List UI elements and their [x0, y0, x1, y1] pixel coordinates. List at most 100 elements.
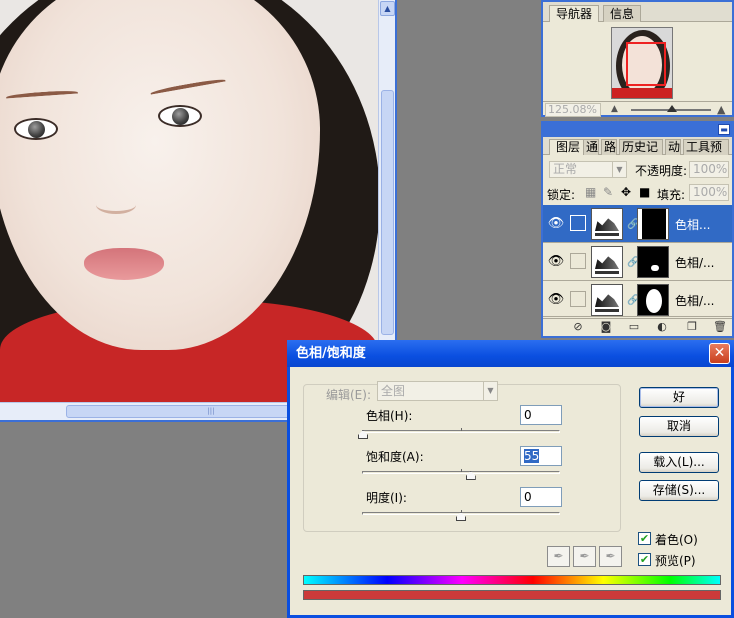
lock-move-icon[interactable]: ✥: [621, 185, 631, 199]
right-eye: [158, 105, 202, 127]
layer-row[interactable]: 👁 🔗 色相...: [543, 205, 732, 243]
layer-row[interactable]: 👁 🔗 色相/...: [543, 243, 732, 281]
fill-label: 填充:: [657, 188, 686, 202]
lock-transparency-icon[interactable]: ▦: [585, 185, 596, 199]
preview-label: 预览(P): [655, 554, 696, 568]
layer-mask-thumbnail[interactable]: [637, 284, 669, 316]
tab-tool-presets[interactable]: 工具预设: [683, 139, 729, 155]
lock-fill-row: 锁定: ▦ ✎ ✥ ■ 填充: 100%: [543, 184, 732, 204]
load-button[interactable]: 载入(L)...: [639, 452, 719, 473]
navigator-view-box[interactable]: [626, 42, 666, 86]
blend-opacity-row: 正常 ▼ 不透明度: 100%: [543, 161, 732, 181]
colorize-label: 着色(O): [655, 533, 698, 547]
scroll-up-arrow-icon[interactable]: ▲: [380, 1, 395, 16]
adjustment-layer-thumbnail: [591, 246, 623, 278]
eye-icon[interactable]: 👁: [545, 289, 567, 311]
opacity-label: 不透明度:: [635, 164, 688, 178]
saturation-label: 饱和度(A):: [366, 450, 424, 464]
eye-icon[interactable]: 👁: [545, 251, 567, 273]
lightness-input[interactable]: 0: [520, 487, 562, 507]
hue-saturation-dialog: 色相/饱和度 ✕ 编辑(E): 全图 ▼ 色相(H): 0 饱和度(A): 55 …: [287, 340, 734, 618]
navigator-panel: 导航器 信息 125.08% ▲ ▲: [541, 0, 734, 117]
lock-label: 锁定:: [547, 188, 576, 202]
layer-name: 色相...: [675, 218, 711, 232]
layer-mask-thumbnail[interactable]: [637, 208, 669, 240]
hue-slider[interactable]: [358, 428, 560, 439]
navigator-thumbnail[interactable]: [611, 27, 673, 99]
layer-name: 色相/...: [675, 294, 715, 308]
output-color-bar: [303, 590, 721, 600]
zoom-field[interactable]: 125.08%: [545, 103, 601, 117]
navigator-tabbar: 导航器 信息: [543, 2, 732, 22]
tab-layers[interactable]: 图层: [549, 139, 588, 155]
tab-channels[interactable]: 通道: [583, 139, 599, 155]
nose-shape: [96, 196, 136, 214]
eyedropper-icon[interactable]: ✒: [547, 546, 570, 567]
lips-shape: [84, 248, 164, 280]
blend-mode-select[interactable]: 正常 ▼: [549, 161, 627, 178]
save-button[interactable]: 存储(S)...: [639, 480, 719, 501]
delete-layer-icon[interactable]: 🗑: [713, 320, 727, 333]
hue-label: 色相(H):: [366, 409, 413, 423]
lock-brush-icon[interactable]: ✎: [603, 185, 613, 199]
tab-paths[interactable]: 路径: [601, 139, 617, 155]
zoom-in-icon[interactable]: ▲: [717, 103, 725, 116]
tab-history[interactable]: 历史记录: [619, 139, 663, 155]
layer-link-cell[interactable]: [570, 291, 586, 307]
zoom-out-icon[interactable]: ▲: [611, 104, 618, 114]
chevron-down-icon: ▼: [483, 382, 497, 400]
link-layers-icon[interactable]: ⊘: [571, 320, 585, 333]
vertical-scroll-thumb[interactable]: [381, 90, 394, 335]
adjustment-group: 编辑(E): 全图 ▼ 色相(H): 0 饱和度(A): 55 明度(I): 0: [303, 381, 621, 532]
saturation-slider[interactable]: [362, 469, 560, 480]
close-icon[interactable]: ✕: [709, 343, 730, 364]
add-mask-icon[interactable]: ◙: [599, 320, 613, 333]
layer-name: 色相/...: [675, 256, 715, 270]
dialog-title: 色相/饱和度: [296, 346, 366, 361]
thumbnail-clothing: [612, 88, 672, 98]
tab-info[interactable]: 信息: [603, 5, 642, 22]
layers-panel: ▬ 图层 通道 路径 历史记录 动作 工具预设 正常 ▼ 不透明度: 100% 锁…: [541, 121, 734, 338]
tab-actions[interactable]: 动作: [665, 139, 681, 155]
zoom-slider-knob[interactable]: [667, 105, 677, 112]
preview-checkbox[interactable]: ✔: [638, 553, 651, 566]
opacity-field[interactable]: 100%: [689, 161, 729, 178]
eye-icon[interactable]: 👁: [545, 213, 567, 235]
lightness-label: 明度(I):: [366, 491, 407, 505]
adjustment-layer-thumbnail: [591, 208, 623, 240]
ok-button[interactable]: 好: [639, 387, 719, 408]
adjustment-layer-thumbnail: [591, 284, 623, 316]
input-color-spectrum: [303, 575, 721, 585]
layer-link-cell[interactable]: [570, 253, 586, 269]
layers-tabbar: 图层 通道 路径 历史记录 动作 工具预设: [543, 137, 732, 155]
cancel-button[interactable]: 取消: [639, 416, 719, 437]
panel-minimize-icon[interactable]: ▬: [718, 124, 730, 135]
tab-navigator[interactable]: 导航器: [549, 5, 600, 22]
new-adjustment-layer-icon[interactable]: ◐: [655, 320, 669, 333]
edit-label: 编辑(E):: [326, 388, 371, 402]
hue-input[interactable]: 0: [520, 405, 562, 425]
layers-panel-titlebar[interactable]: ▬: [543, 123, 732, 137]
layer-mask-link-icon[interactable]: [570, 215, 586, 231]
edit-select[interactable]: 全图 ▼: [377, 381, 498, 401]
lock-all-icon[interactable]: ■: [639, 185, 650, 199]
zoom-slider[interactable]: [631, 105, 711, 112]
saturation-input[interactable]: 55: [520, 446, 562, 466]
dialog-titlebar[interactable]: 色相/饱和度 ✕: [287, 340, 734, 367]
left-eye: [14, 118, 58, 140]
edit-value: 全图: [381, 384, 406, 398]
new-group-icon[interactable]: ▭: [627, 320, 641, 333]
layer-row[interactable]: 👁 🔗 色相/...: [543, 281, 732, 319]
layer-mask-thumbnail[interactable]: [637, 246, 669, 278]
fill-field[interactable]: 100%: [689, 184, 729, 201]
lightness-slider[interactable]: [362, 510, 560, 521]
saturation-value: 55: [524, 449, 540, 463]
layers-footer: ⊘ ◙ ▭ ◐ ❐ 🗑: [543, 316, 732, 336]
colorize-checkbox[interactable]: ✔: [638, 532, 651, 545]
chevron-down-icon: ▼: [612, 162, 626, 177]
eyedropper-plus-icon[interactable]: ✒: [573, 546, 596, 567]
blend-mode-value: 正常: [553, 162, 578, 176]
navigator-zoom-row: 125.08% ▲ ▲: [543, 101, 732, 117]
new-layer-icon[interactable]: ❐: [685, 320, 699, 333]
eyedropper-minus-icon[interactable]: ✒: [599, 546, 622, 567]
